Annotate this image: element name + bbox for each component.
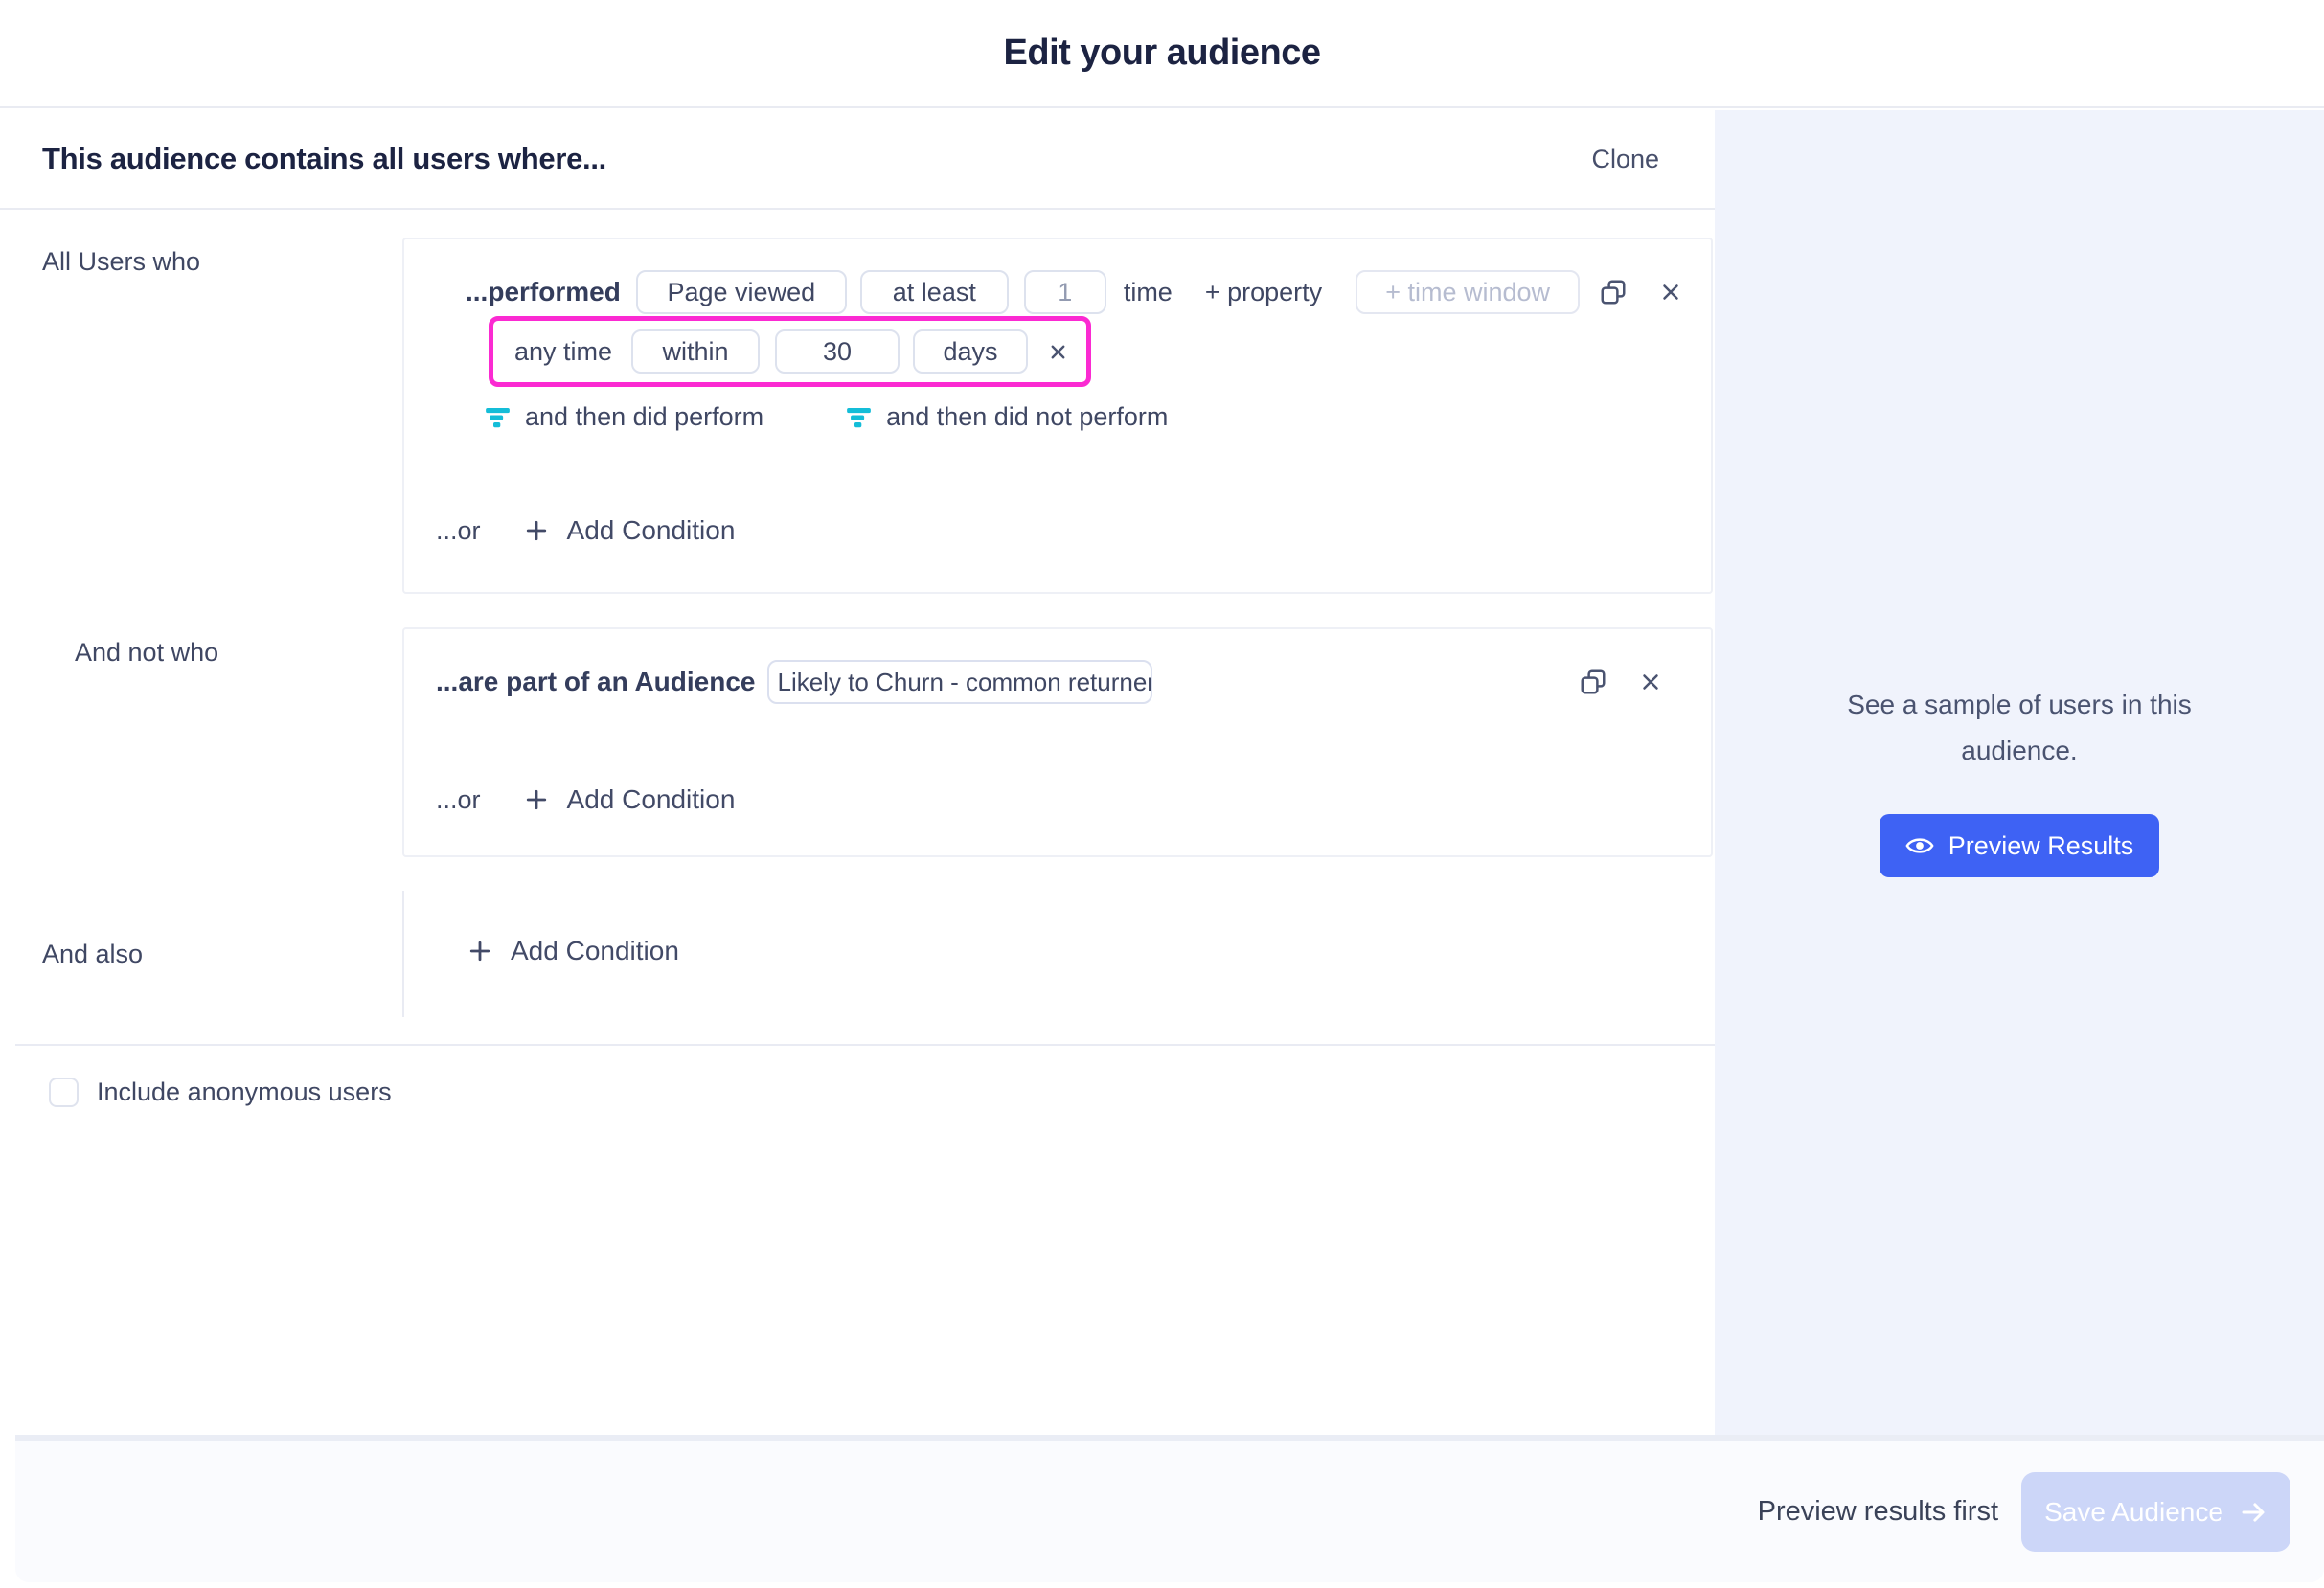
save-audience-button[interactable]: Save Audience (2021, 1472, 2290, 1552)
section-divider-line (402, 891, 404, 1017)
funnel-icon (846, 404, 872, 430)
performed-label: ...performed (466, 277, 621, 307)
or-add-condition-row: ...or Add Condition (436, 784, 735, 815)
editor-heading: This audience contains all users where..… (42, 142, 606, 176)
preview-results-button[interactable]: Preview Results (1880, 814, 2159, 877)
funnel-icon (485, 404, 511, 430)
any-time-label: any time (514, 337, 612, 367)
add-condition-button[interactable]: Add Condition (467, 936, 679, 966)
relation-select[interactable]: within (631, 329, 760, 374)
save-audience-label: Save Audience (2044, 1497, 2223, 1528)
audience-prefix-label: ...are part of an Audience (436, 667, 755, 697)
horizontal-divider (15, 1044, 1715, 1046)
time-suffix-label: time (1124, 278, 1173, 307)
add-property-button[interactable]: + property (1205, 278, 1322, 307)
sequence-row: and then did perform and then did not pe… (485, 402, 1168, 432)
performed-condition-row: ...performed Page viewed at least 1 time… (466, 270, 1683, 314)
eye-icon (1905, 831, 1934, 860)
then-did-not-perform-label: and then did not perform (886, 402, 1168, 432)
section-label-and-not-who: And not who (75, 638, 218, 668)
include-anonymous-label: Include anonymous users (97, 1078, 392, 1107)
then-did-perform-button[interactable]: and then did perform (485, 402, 763, 432)
condition-card-audience: ...are part of an Audience Likely to Chu… (402, 627, 1713, 857)
then-did-perform-label: and then did perform (525, 402, 763, 432)
section-label-all-users: All Users who (42, 247, 200, 277)
plus-icon (523, 517, 550, 544)
include-anonymous-checkbox[interactable] (49, 1078, 79, 1107)
add-condition-label: Add Condition (567, 515, 736, 546)
title-bar: Edit your audience (0, 0, 2324, 108)
add-condition-label: Add Condition (567, 784, 736, 815)
or-label: ...or (436, 785, 481, 815)
copy-icon (1579, 668, 1607, 696)
section-label-and-also: And also (42, 940, 143, 969)
footer-bar: Preview results first Save Audience (15, 1435, 2324, 1582)
condition-card-performed: ...performed Page viewed at least 1 time… (402, 238, 1713, 594)
editor-header: This audience contains all users where..… (0, 110, 1715, 210)
preview-message: See a sample of users in this audience. (1818, 682, 2221, 774)
audience-condition-row: ...are part of an Audience Likely to Chu… (436, 660, 1663, 704)
plus-icon (523, 786, 550, 813)
or-label: ...or (436, 516, 481, 546)
remove-time-filter-button[interactable] (1047, 341, 1069, 363)
close-icon (1638, 669, 1663, 694)
operator-select[interactable]: at least (860, 270, 1009, 314)
event-select[interactable]: Page viewed (636, 270, 847, 314)
preview-first-hint: Preview results first (1758, 1496, 1998, 1528)
add-condition-button[interactable]: Add Condition (523, 515, 736, 546)
audience-editor: This audience contains all users where..… (0, 110, 1715, 1435)
page-title: Edit your audience (1004, 33, 1321, 74)
audience-input[interactable]: Likely to Churn - common returners (767, 660, 1152, 704)
duplicate-condition-button[interactable] (1599, 278, 1628, 306)
remove-condition-button[interactable] (1638, 669, 1663, 694)
close-icon (1658, 280, 1683, 305)
time-window-filter-highlighted: any time within 30 days (489, 316, 1091, 387)
preview-results-label: Preview Results (1948, 831, 2134, 861)
add-condition-label: Add Condition (511, 936, 679, 966)
time-window-button[interactable]: + time window (1356, 270, 1580, 314)
time-value-input[interactable]: 30 (775, 329, 900, 374)
arrow-right-icon (2239, 1498, 2267, 1527)
remove-condition-button[interactable] (1658, 280, 1683, 305)
or-add-condition-row: ...or Add Condition (436, 515, 735, 546)
anonymous-users-row: Include anonymous users (49, 1078, 392, 1107)
edit-audience-modal: Edit your audience See a sample of users… (0, 0, 2324, 1588)
clone-button[interactable]: Clone (1591, 145, 1659, 174)
duplicate-condition-button[interactable] (1579, 668, 1607, 696)
plus-icon (467, 938, 493, 964)
and-also-row: Add Condition (467, 936, 679, 966)
add-condition-button[interactable]: Add Condition (523, 784, 736, 815)
copy-icon (1599, 278, 1628, 306)
close-icon (1047, 341, 1069, 363)
count-input[interactable]: 1 (1024, 270, 1106, 314)
then-did-not-perform-button[interactable]: and then did not perform (846, 402, 1168, 432)
preview-side-panel: See a sample of users in this audience. … (1715, 110, 2324, 1435)
time-unit-select[interactable]: days (913, 329, 1028, 374)
